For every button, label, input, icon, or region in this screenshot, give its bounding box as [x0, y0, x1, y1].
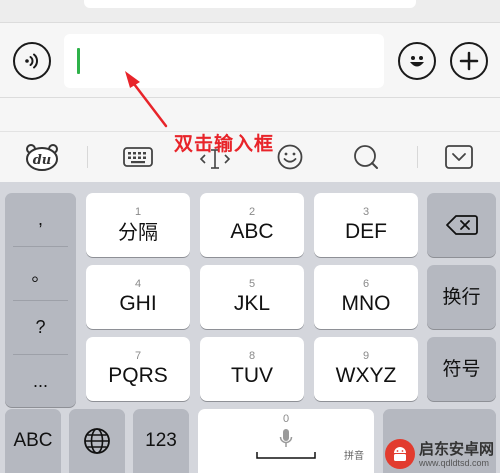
key-label: GHI — [119, 291, 157, 315]
key-label: 换行 — [442, 286, 481, 308]
key-number: 5 — [248, 277, 256, 290]
smiley-icon — [410, 56, 424, 67]
more-button[interactable] — [450, 42, 488, 80]
key-5-jkl[interactable]: 5 JKL — [200, 265, 304, 329]
search-button[interactable] — [350, 142, 382, 172]
key-1-separator[interactable]: 1 分隔 — [86, 193, 190, 257]
key-number: 0 — [282, 413, 290, 425]
collapse-keyboard-button[interactable] — [443, 142, 475, 172]
key-number: 3 — [362, 205, 370, 218]
key-number: 8 — [248, 349, 256, 362]
punct-key-period[interactable]: 。 — [5, 247, 76, 300]
key-number: 7 — [134, 349, 142, 362]
android-icon — [393, 447, 406, 461]
annotation-label: 双击输入框 — [174, 133, 275, 155]
key-number: 4 — [134, 277, 142, 290]
svg-text:du: du — [33, 153, 52, 168]
key-2-abc[interactable]: 2 ABC — [200, 193, 304, 257]
smiley-icon — [277, 144, 303, 170]
globe-key[interactable] — [69, 409, 125, 473]
key-label: DEF — [345, 219, 387, 243]
key-label: JKL — [233, 291, 271, 315]
emoji-panel-button[interactable] — [274, 142, 306, 172]
key-label: PQRS — [108, 363, 168, 387]
voice-button[interactable] — [13, 42, 51, 80]
key-8-tuv[interactable]: 8 TUV — [200, 337, 304, 401]
toolbar-divider — [417, 146, 418, 168]
key-label: ABC — [230, 219, 274, 243]
key-7-pqrs[interactable]: 7 PQRS — [86, 337, 190, 401]
key-label: 123 — [145, 430, 177, 451]
punctuation-column[interactable]: , 。 ? ... — [5, 193, 76, 407]
message-bubble-partial — [84, 0, 416, 8]
globe-icon — [84, 428, 110, 454]
key-number: 9 — [362, 349, 370, 362]
du-logo-icon: du — [26, 144, 58, 171]
wrap-key[interactable]: 换行 — [427, 265, 496, 329]
key-4-ghi[interactable]: 4 GHI — [86, 265, 190, 329]
key-label: TUV — [231, 363, 273, 387]
key-6-mno[interactable]: 6 MNO — [314, 265, 418, 329]
key-label: MNO — [341, 291, 391, 315]
search-icon — [354, 145, 378, 169]
keyboard-icon — [123, 147, 153, 167]
nine-key-keyboard: , 。 ? ... 1 分隔 2 ABC 3 DEF 4 GHI 5 JKL 6… — [0, 182, 500, 473]
plus-icon — [459, 51, 479, 71]
key-label: ABC — [13, 430, 53, 451]
symbol-key[interactable]: 符号 — [427, 337, 496, 401]
watermark-logo — [384, 439, 415, 469]
watermark-title: 启东安卓网 — [418, 439, 494, 458]
key-number: 6 — [362, 277, 370, 290]
key-number: 1 — [134, 205, 142, 218]
key-label: 分隔 — [118, 219, 158, 244]
key-3-def[interactable]: 3 DEF — [314, 193, 418, 257]
watermark: 启东安卓网 www.qdldtsd.com — [384, 439, 494, 469]
chat-history-area — [0, 0, 500, 22]
keyboard-switch-button[interactable] — [121, 142, 155, 172]
chat-input-bar — [0, 22, 500, 98]
backspace-key[interactable] — [427, 193, 496, 257]
key-number: 2 — [248, 205, 256, 218]
space-key[interactable]: 0 拼音 — [198, 409, 374, 473]
candidate-bar-area — [0, 98, 500, 132]
key-label: WXYZ — [335, 363, 397, 387]
punct-key-ellipsis[interactable]: ... — [5, 355, 76, 408]
key-9-wxyz[interactable]: 9 WXYZ — [314, 337, 418, 401]
text-cursor — [77, 48, 80, 74]
backspace-icon — [445, 215, 478, 235]
number-mode-key[interactable]: 123 — [133, 409, 189, 473]
toolbar-divider — [87, 146, 88, 168]
message-input[interactable] — [64, 34, 384, 88]
space-hint: 拼音 — [344, 451, 364, 462]
voice-icon — [25, 53, 38, 69]
punct-key-comma[interactable]: , — [5, 193, 76, 246]
key-label: 符号 — [442, 358, 481, 380]
watermark-url: www.qdldtsd.com — [418, 457, 490, 468]
collapse-keyboard-icon — [445, 145, 473, 169]
space-bar-icon — [256, 452, 316, 459]
du-logo-button[interactable]: du — [22, 142, 62, 172]
punct-key-question[interactable]: ? — [5, 301, 76, 354]
abc-key[interactable]: ABC — [5, 409, 61, 473]
emoji-button[interactable] — [398, 42, 436, 80]
microphone-icon — [279, 429, 293, 447]
